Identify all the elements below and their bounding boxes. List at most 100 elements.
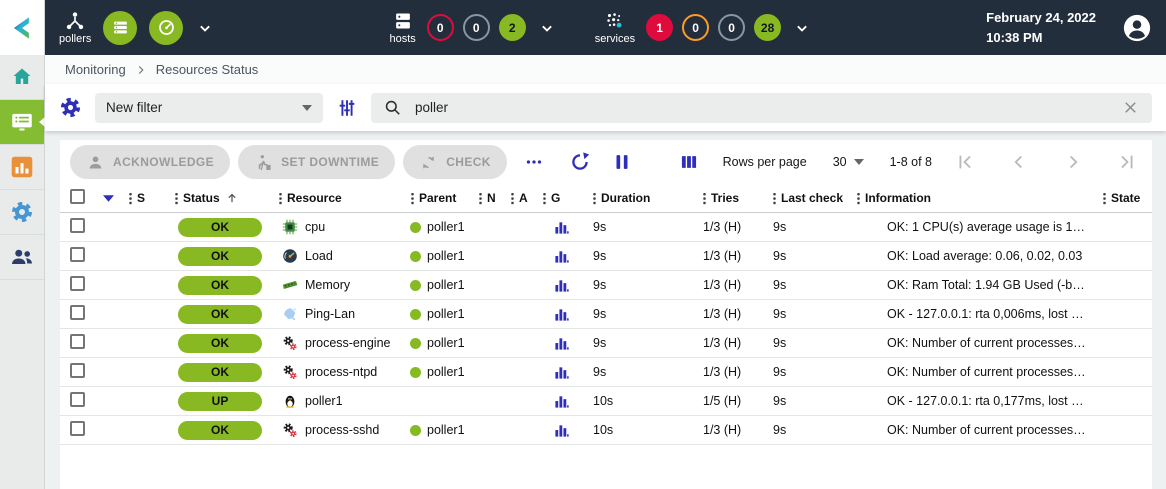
- graph-icon[interactable]: [554, 220, 569, 235]
- top-header-bar: pollers hosts 002 services 10028 F: [45, 0, 1166, 55]
- last-page-button[interactable]: [1112, 147, 1142, 177]
- table-row[interactable]: OK Load poller1 9s 1/3 (H) 9s OK: Load a…: [60, 242, 1152, 271]
- row-checkbox[interactable]: [70, 334, 85, 349]
- drag-handle-icon[interactable]: [543, 192, 546, 205]
- pause-autorefresh-button[interactable]: [607, 147, 637, 177]
- sidebar-item-monitoring[interactable]: [0, 100, 44, 145]
- drag-handle-icon[interactable]: [175, 192, 178, 205]
- poller-latency-button[interactable]: [149, 11, 183, 45]
- sidebar-item-home[interactable]: [0, 55, 44, 100]
- select-menu-caret-icon[interactable]: [103, 195, 114, 202]
- filter-settings-gear-icon[interactable]: [59, 96, 82, 119]
- row-checkbox[interactable]: [70, 392, 85, 407]
- services-counter[interactable]: 1: [646, 14, 673, 41]
- drag-handle-icon[interactable]: [479, 192, 482, 205]
- services-counter[interactable]: 0: [682, 14, 709, 41]
- column-header-parent[interactable]: Parent: [404, 191, 472, 205]
- table-row[interactable]: OK process-ntpd poller1 9s 1/3 (H) 9s OK…: [60, 358, 1152, 387]
- set-downtime-button[interactable]: SET DOWNTIME: [238, 145, 395, 179]
- drag-handle-icon[interactable]: [593, 192, 596, 205]
- duration-cell: 10s: [586, 394, 696, 408]
- table-row[interactable]: OK cpu poller1 9s 1/3 (H) 9s OK: 1 CPU(s…: [60, 213, 1152, 242]
- drag-handle-icon[interactable]: [857, 192, 860, 205]
- hosts-chevron-down-icon[interactable]: [537, 18, 557, 38]
- table-row[interactable]: OK process-engine poller1 9s 1/3 (H) 9s …: [60, 329, 1152, 358]
- edit-columns-icon[interactable]: [675, 148, 703, 176]
- select-all-checkbox[interactable]: [70, 189, 85, 204]
- sidebar-item-administration[interactable]: [0, 235, 44, 280]
- row-checkbox[interactable]: [70, 363, 85, 378]
- hosts-counter[interactable]: 2: [499, 14, 526, 41]
- services-chevron-down-icon[interactable]: [792, 18, 812, 38]
- user-avatar[interactable]: [1122, 13, 1152, 43]
- column-header-tries[interactable]: Tries: [696, 191, 766, 205]
- status-chip: OK: [178, 421, 262, 440]
- next-page-button[interactable]: [1058, 147, 1088, 177]
- row-checkbox[interactable]: [70, 276, 85, 291]
- filter-preset-select[interactable]: New filter: [95, 93, 323, 123]
- row-checkbox[interactable]: [70, 247, 85, 262]
- advanced-filter-tune-icon[interactable]: [336, 97, 358, 119]
- column-header-graph[interactable]: G: [536, 191, 586, 205]
- drag-handle-icon[interactable]: [411, 192, 414, 205]
- first-page-button[interactable]: [950, 147, 980, 177]
- pollers-chevron-down-icon[interactable]: [195, 18, 215, 38]
- hosts-counter[interactable]: 0: [427, 14, 454, 41]
- check-button[interactable]: CHECK: [403, 145, 507, 179]
- breadcrumb-resources-status[interactable]: Resources Status: [156, 62, 259, 77]
- row-checkbox[interactable]: [70, 218, 85, 233]
- column-header-status[interactable]: Status: [168, 191, 272, 205]
- drag-handle-icon[interactable]: [511, 192, 514, 205]
- graph-icon[interactable]: [554, 278, 569, 293]
- pollers-label: pollers: [59, 33, 91, 45]
- drag-handle-icon[interactable]: [1103, 192, 1106, 205]
- graph-icon[interactable]: [554, 307, 569, 322]
- refresh-button[interactable]: [565, 147, 595, 177]
- column-header-severity[interactable]: S: [122, 191, 168, 205]
- hosts-counter[interactable]: 0: [463, 14, 490, 41]
- sidebar-item-reporting[interactable]: [0, 145, 44, 190]
- row-checkbox[interactable]: [70, 305, 85, 320]
- breadcrumb-monitoring[interactable]: Monitoring: [65, 62, 126, 77]
- information-cell: OK - 127.0.0.1: rta 0,006ms, lost …: [850, 307, 1096, 321]
- graph-icon[interactable]: [554, 365, 569, 380]
- column-header-information[interactable]: Information: [850, 191, 1096, 205]
- column-header-duration[interactable]: Duration: [586, 191, 696, 205]
- more-actions-button[interactable]: [519, 147, 549, 177]
- column-header-last-check[interactable]: Last check: [766, 191, 850, 205]
- table-row[interactable]: OK process-sshd poller1 10s 1/3 (H) 9s O…: [60, 416, 1152, 445]
- pollers-menu[interactable]: pollers: [59, 10, 91, 45]
- poller-servers-button[interactable]: [103, 11, 137, 45]
- row-checkbox[interactable]: [70, 421, 85, 436]
- reporting-icon: [9, 154, 35, 180]
- sidebar-item-configuration[interactable]: [0, 190, 44, 235]
- column-header-action[interactable]: A: [504, 191, 536, 205]
- acknowledge-button[interactable]: ACKNOWLEDGE: [70, 145, 230, 179]
- pagination-controls: Rows per page 30 1-8 of 8: [675, 147, 1142, 177]
- table-row[interactable]: OK Ping-Lan poller1 9s 1/3 (H) 9s OK - 1…: [60, 300, 1152, 329]
- hosts-menu[interactable]: hosts: [389, 10, 415, 45]
- column-header-notes[interactable]: N: [472, 191, 504, 205]
- clear-search-icon[interactable]: [1121, 98, 1140, 117]
- table-row[interactable]: OK Memory poller1 9s 1/3 (H) 9s OK: Ram …: [60, 271, 1152, 300]
- table-row[interactable]: UP poller1 10s 1/5 (H) 9s OK - 127.0.0.1…: [60, 387, 1152, 416]
- resources-table: S Status Resource Parent N A G Duration …: [60, 184, 1152, 445]
- centreon-logo[interactable]: [0, 0, 44, 55]
- services-counter[interactable]: 0: [718, 14, 745, 41]
- search-input[interactable]: [415, 100, 1108, 115]
- column-header-state[interactable]: State: [1096, 191, 1152, 205]
- drag-handle-icon[interactable]: [129, 192, 132, 205]
- rows-per-page-select[interactable]: 30: [833, 155, 864, 169]
- duration-cell: 9s: [586, 307, 696, 321]
- previous-page-button[interactable]: [1004, 147, 1034, 177]
- graph-icon[interactable]: [554, 336, 569, 351]
- drag-handle-icon[interactable]: [773, 192, 776, 205]
- column-header-resource[interactable]: Resource: [272, 191, 404, 205]
- services-menu[interactable]: services: [595, 10, 635, 45]
- graph-icon[interactable]: [554, 423, 569, 438]
- graph-icon[interactable]: [554, 394, 569, 409]
- services-counter[interactable]: 28: [754, 14, 781, 41]
- drag-handle-icon[interactable]: [703, 192, 706, 205]
- drag-handle-icon[interactable]: [279, 192, 282, 205]
- graph-icon[interactable]: [554, 249, 569, 264]
